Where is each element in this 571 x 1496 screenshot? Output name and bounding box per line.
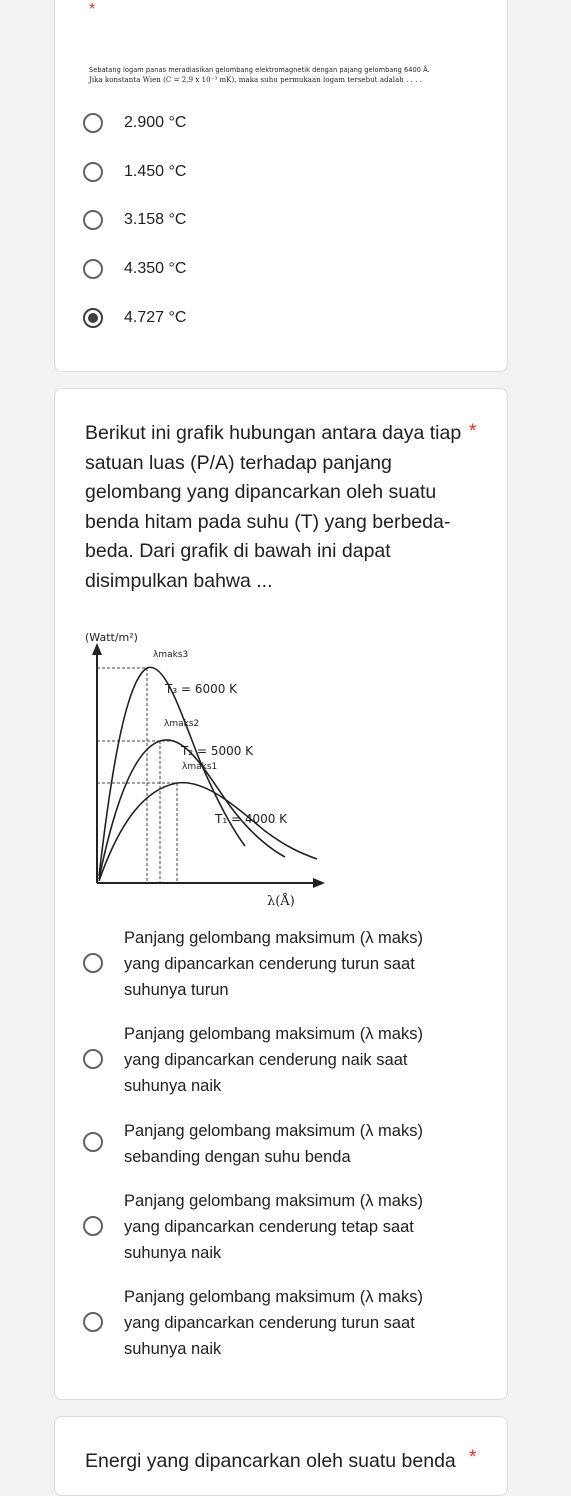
radio-button[interactable] [83, 953, 103, 973]
peak-label-1: λmaks1 [182, 762, 217, 772]
curve-label-t3: T₃ = 6000 K [164, 682, 238, 696]
q1-option-4[interactable]: 4.350 °C [83, 259, 186, 279]
radio-button[interactable] [83, 259, 103, 279]
q2-option-5[interactable]: Panjang gelombang maksimum (λ maks) yang… [83, 1284, 483, 1364]
q2-option-5-label: Panjang gelombang maksimum (λ maks) yang… [124, 1284, 469, 1362]
q2-option-2[interactable]: Panjang gelombang maksimum (λ maks) yang… [83, 1021, 483, 1101]
option-line: Panjang gelombang maksimum (λ maks) [124, 1025, 423, 1043]
radio-button[interactable] [83, 1132, 103, 1152]
curve-t1 [98, 781, 318, 882]
radio-button[interactable] [83, 1312, 103, 1332]
radio-button[interactable] [83, 1049, 103, 1069]
q2-option-1[interactable]: Panjang gelombang maksimum (λ maks) yang… [83, 925, 483, 1005]
radio-button[interactable] [83, 210, 103, 230]
q2-option-1-label: Panjang gelombang maksimum (λ maks) yang… [124, 925, 469, 1003]
question-card-2: Berikut ini grafik hubungan antara daya … [54, 388, 508, 1400]
q1-option-5-label: 4.727 °C [124, 309, 187, 326]
q1-option-3-label: 3.158 °C [124, 211, 187, 228]
curve-t3 [98, 666, 246, 877]
question-card-1: * Sebatang logam panas meradiasikan gelo… [54, 0, 508, 372]
q2-option-4-label: Panjang gelombang maksimum (λ maks) yang… [124, 1188, 469, 1266]
question-2-title: Berikut ini grafik hubungan antara daya … [85, 422, 462, 592]
option-line: suhunya naik [124, 1340, 222, 1358]
q1-option-4-label: 4.350 °C [124, 260, 187, 277]
curve-label-t1: T₁ = 4000 K [214, 812, 288, 826]
option-line: Panjang gelombang maksimum (λ maks) [124, 929, 423, 947]
option-line: yang dipancarkan cenderung tetap saat [124, 1218, 414, 1236]
radio-button[interactable] [83, 162, 103, 182]
radio-button[interactable] [83, 1216, 103, 1236]
question-3-title: Energi yang dipancarkan oleh suatu benda [85, 1450, 456, 1472]
q2-option-4[interactable]: Panjang gelombang maksimum (λ maks) yang… [83, 1188, 483, 1268]
required-asterisk: * [89, 1, 96, 18]
radio-button-selected[interactable] [83, 308, 103, 328]
question-1-line-1: Sebatang logam panas meradiasikan gelomb… [89, 66, 430, 74]
q1-option-5[interactable]: 4.727 °C [83, 308, 186, 328]
curve-t2 [98, 739, 286, 880]
q1-option-1[interactable]: 2.900 °C [83, 113, 186, 133]
required-asterisk: * [469, 421, 477, 442]
option-line: suhunya naik [124, 1077, 222, 1095]
question-card-3: Energi yang dipancarkan oleh suatu benda… [54, 1416, 508, 1496]
option-line: Panjang gelombang maksimum (λ maks) [124, 1122, 423, 1140]
option-line: suhunya naik [124, 1244, 222, 1262]
q1-option-2[interactable]: 1.450 °C [83, 162, 186, 182]
question-1-text: Sebatang logam panas meradiasikan gelomb… [89, 65, 489, 85]
question-1-line-2: Jika konstanta Wien (C = 2,9 x 10⁻³ mK),… [89, 76, 423, 84]
y-axis-label: (Watt/m²) [85, 631, 138, 644]
y-axis-arrow [92, 643, 102, 655]
option-line: yang dipancarkan cenderung turun saat [124, 955, 415, 973]
q2-option-2-label: Panjang gelombang maksimum (λ maks) yang… [124, 1021, 469, 1099]
option-line: yang dipancarkan cenderung naik saat [124, 1051, 408, 1069]
q1-option-1-label: 2.900 °C [124, 114, 187, 131]
option-line: sebanding dengan suhu benda [124, 1148, 351, 1166]
option-line: yang dipancarkan cenderung turun saat [124, 1314, 415, 1332]
peak-label-3: λmaks3 [153, 650, 188, 660]
option-line: Panjang gelombang maksimum (λ maks) [124, 1192, 423, 1210]
q1-option-3[interactable]: 3.158 °C [83, 210, 186, 230]
radio-button[interactable] [83, 113, 103, 133]
x-axis-label: λ(Å) [267, 893, 295, 909]
q1-option-2-label: 1.450 °C [124, 163, 187, 180]
x-axis-arrow [313, 878, 325, 888]
q2-option-3[interactable]: Panjang gelombang maksimum (λ maks) seba… [83, 1118, 483, 1172]
peak-label-2: λmaks2 [164, 719, 199, 729]
option-line: Panjang gelombang maksimum (λ maks) [124, 1288, 423, 1306]
option-line: suhunya turun [124, 981, 229, 999]
q2-option-3-label: Panjang gelombang maksimum (λ maks) seba… [124, 1118, 469, 1170]
blackbody-radiation-graph: (Watt/m²) λ(Å) λmaks3 λmaks2 λmaks1 T₃ =… [85, 631, 325, 909]
curve-label-t2: T₂ = 5000 K [180, 744, 254, 758]
required-asterisk: * [469, 1447, 477, 1468]
